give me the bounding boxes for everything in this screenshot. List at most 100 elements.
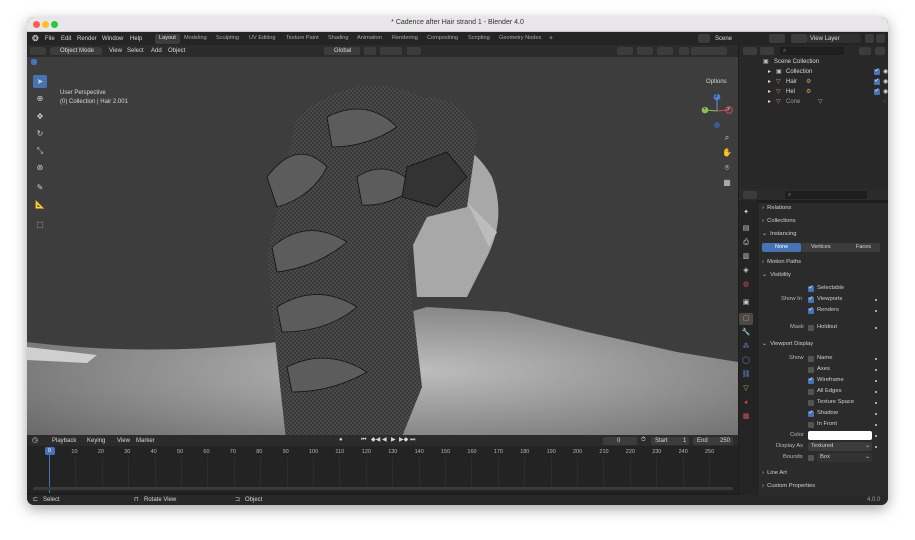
visibility-panel-header[interactable]: ⌄ Visibility — [762, 272, 791, 279]
keyframe-dot-icon[interactable] — [875, 299, 877, 301]
scene-copy-icon[interactable] — [769, 34, 785, 43]
expand-arrow-icon[interactable]: ▸ — [768, 89, 771, 95]
viewport-menu-view[interactable]: View — [109, 48, 122, 54]
eye-icon[interactable]: ◉ — [883, 89, 888, 95]
keyframe-dot-icon[interactable] — [875, 424, 877, 426]
timeline-menu-view[interactable]: View — [117, 438, 130, 444]
view-layer-browse-icon[interactable] — [791, 34, 807, 43]
timeline-menu-playback[interactable]: Playback — [52, 438, 76, 444]
keyframe-dot-icon[interactable] — [875, 310, 877, 312]
instancing-faces-button[interactable]: Faces — [856, 244, 871, 251]
select-subtract-icon[interactable] — [47, 59, 53, 65]
holdout-checkbox[interactable] — [808, 325, 814, 331]
properties-search-input[interactable] — [785, 191, 867, 199]
tab-uv-editing[interactable]: UV Editing — [249, 35, 275, 42]
tool-tab-icon[interactable]: ✦ — [739, 207, 753, 219]
select-invert-icon[interactable] — [55, 59, 61, 65]
outliner-display-mode-icon[interactable] — [760, 47, 774, 55]
view-layer-name[interactable]: View Layer — [810, 36, 840, 42]
view-layer-copy-icon[interactable] — [865, 34, 874, 43]
line-art-panel-header[interactable]: › Line Art — [762, 470, 787, 477]
gizmos-toggle[interactable] — [637, 47, 653, 55]
select-new-icon[interactable] — [31, 59, 37, 65]
wireframe-checkbox[interactable] — [808, 376, 814, 384]
transform-tool-icon[interactable]: ⊛ — [33, 161, 47, 174]
keyframe-dot-icon[interactable] — [875, 435, 877, 437]
pivot-point-icon[interactable] — [364, 47, 376, 55]
texture-space-checkbox[interactable] — [808, 400, 814, 406]
instancing-vertices-button[interactable]: Vertices — [811, 244, 831, 251]
tab-sculpting[interactable]: Sculpting — [216, 35, 239, 42]
select-intersect-icon[interactable] — [63, 59, 69, 65]
menu-file[interactable]: File — [45, 36, 55, 42]
overlays-toggle[interactable] — [657, 47, 673, 55]
viewports-checkbox[interactable] — [808, 295, 814, 303]
outliner-search-input[interactable] — [780, 47, 844, 55]
ortho-grid-icon[interactable]: ▦ — [721, 177, 733, 189]
instancing-panel-header[interactable]: ⌄ Instancing — [762, 231, 797, 238]
blender-logo-icon[interactable]: ❂ — [32, 35, 39, 43]
3d-viewport[interactable]: User Perspective (0) Collection | Hair 2… — [27, 57, 738, 449]
tab-modeling[interactable]: Modeling — [184, 35, 207, 42]
keyframe-dot-icon[interactable] — [875, 446, 877, 448]
keyframe-dot-icon[interactable] — [875, 380, 877, 382]
timeline-menu-keying[interactable]: Keying — [87, 438, 105, 444]
properties-editor-type-icon[interactable] — [743, 191, 757, 199]
zoom-icon[interactable]: ⌕ — [721, 132, 733, 144]
keyframe-dot-icon[interactable] — [875, 358, 877, 360]
expand-arrow-icon[interactable]: ▸ — [768, 99, 771, 105]
move-tool-icon[interactable]: ✥ — [33, 110, 47, 123]
in-front-checkbox[interactable] — [808, 422, 814, 428]
add-cube-tool-icon[interactable]: ⬚ — [33, 218, 47, 231]
viewport-menu-add[interactable]: Add — [151, 48, 162, 54]
select-mode-icons[interactable] — [31, 59, 69, 69]
outliner-row-collection[interactable]: ▸ ▣ Collection ◉ — [758, 67, 888, 77]
material-tab-icon[interactable]: ◕ — [739, 397, 753, 409]
tab-animation[interactable]: Animation — [357, 35, 382, 42]
record-icon[interactable]: ● — [339, 437, 343, 443]
xray-toggle[interactable] — [679, 47, 689, 55]
measure-tool-icon[interactable]: 📐 — [33, 198, 47, 211]
tab-scripting[interactable]: Scripting — [468, 35, 490, 42]
scene-tab-icon[interactable]: ◈ — [739, 265, 753, 277]
keyframe-dot-icon[interactable] — [875, 402, 877, 404]
custom-properties-panel-header[interactable]: › Custom Properties — [762, 483, 815, 490]
all-edges-checkbox[interactable] — [808, 389, 814, 395]
rotate-tool-icon[interactable]: ↻ — [33, 127, 47, 140]
collections-panel-header[interactable]: › Collections — [762, 218, 796, 225]
annotate-tool-icon[interactable]: ✎ — [33, 181, 47, 194]
menu-window[interactable]: Window — [102, 36, 123, 42]
shadow-checkbox[interactable] — [808, 409, 814, 417]
timeline-editor-type-icon[interactable]: ◷ — [32, 437, 38, 444]
color-swatch[interactable] — [808, 431, 872, 440]
play-icon[interactable]: ▶ — [391, 437, 396, 443]
camera-view-icon[interactable]: ⌾ — [721, 162, 733, 174]
exclude-checkbox[interactable] — [874, 67, 880, 75]
keyframe-dot-icon[interactable] — [875, 369, 877, 371]
view-layer-remove-icon[interactable] — [876, 34, 885, 43]
select-extend-icon[interactable] — [39, 59, 45, 65]
cursor-tool-icon[interactable]: ⊕ — [33, 92, 47, 105]
outliner-editor-type-icon[interactable] — [743, 47, 757, 55]
world-tab-icon[interactable]: ◍ — [739, 279, 753, 291]
expand-arrow-icon[interactable]: ▸ — [768, 79, 771, 85]
scene-name[interactable]: Scene — [715, 36, 732, 42]
proportional-edit-toggle[interactable] — [407, 47, 421, 55]
outliner-root-row[interactable]: ▣ Scene Collection — [758, 58, 888, 67]
view-layer-tab-icon[interactable]: ▥ — [739, 251, 753, 263]
output-tab-icon[interactable]: ⎙ — [739, 237, 753, 249]
jump-keyframe-back-icon[interactable]: ◆◀ — [371, 437, 380, 443]
keyframe-dot-icon[interactable] — [875, 413, 877, 415]
modifiers-tab-icon[interactable]: 🔧 — [739, 327, 753, 339]
menu-render[interactable]: Render — [77, 36, 97, 42]
navigation-gizmo[interactable]: Z Y X — [699, 93, 735, 129]
snap-toggle[interactable] — [380, 47, 402, 55]
keyframe-dot-icon[interactable] — [875, 327, 877, 329]
renders-checkbox[interactable] — [808, 306, 814, 314]
outliner-filter-icon[interactable] — [859, 47, 871, 55]
tab-shading[interactable]: Shading — [328, 35, 349, 42]
viewport-menu-object[interactable]: Object — [168, 48, 185, 54]
name-checkbox[interactable] — [808, 356, 814, 362]
stopwatch-icon[interactable]: ⏱ — [641, 437, 646, 443]
keyframe-dot-icon[interactable] — [875, 391, 877, 393]
